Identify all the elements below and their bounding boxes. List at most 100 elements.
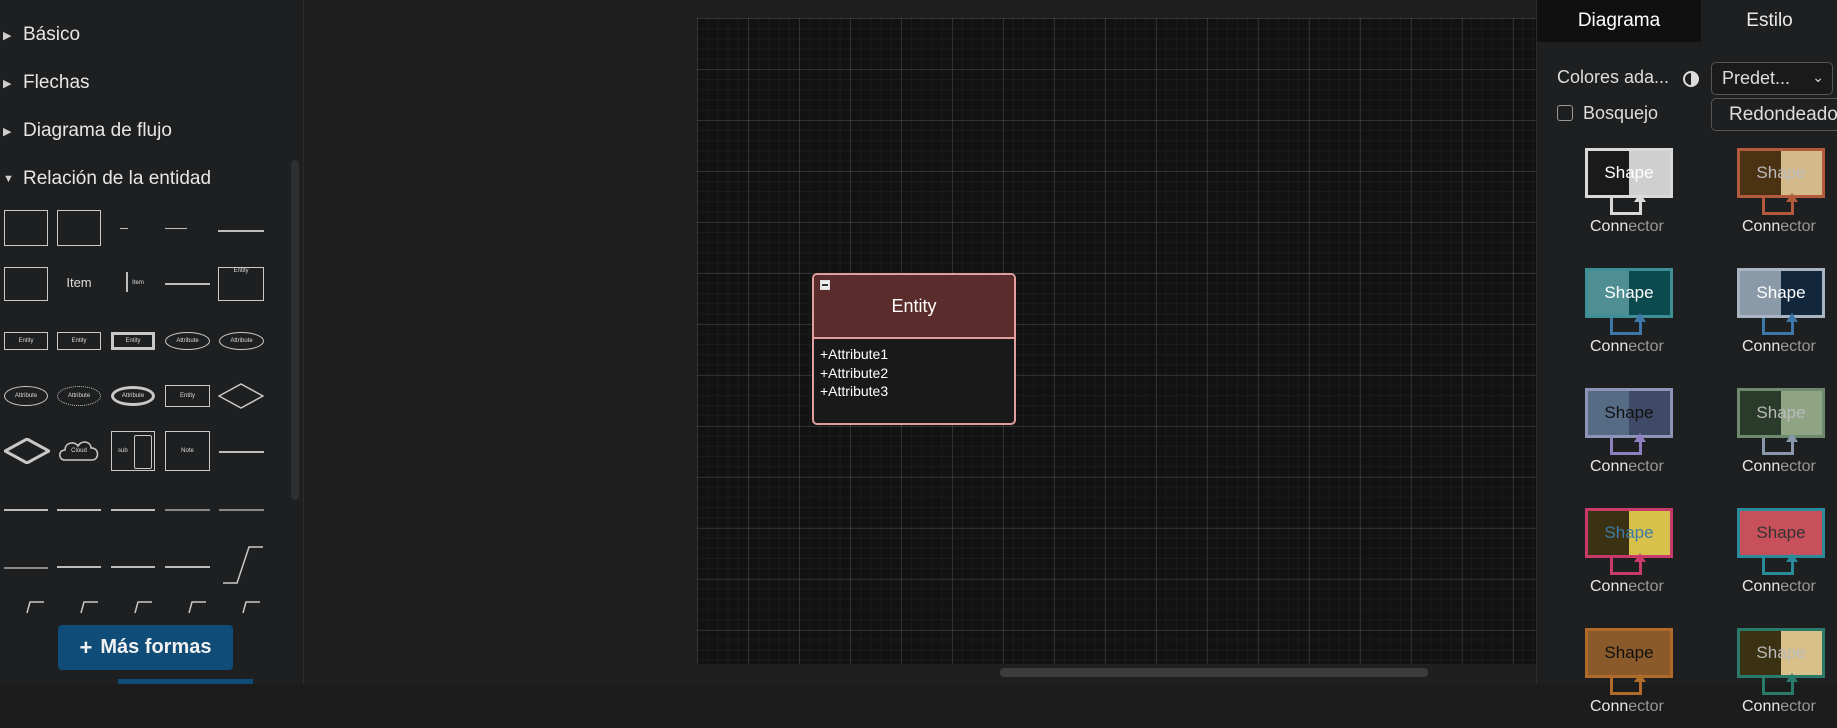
theme-shape-label: Shape	[1604, 403, 1654, 422]
shape-elbow-connector[interactable]	[80, 600, 100, 614]
category-arrows[interactable]: ▶ Flechas	[0, 68, 90, 98]
theme-connector-label: Connector	[1590, 578, 1664, 595]
shape-elbow-connector[interactable]	[242, 600, 262, 614]
shape-line[interactable]	[120, 228, 128, 229]
arrow-icon	[1634, 313, 1646, 322]
entity-header[interactable]: Entity	[814, 275, 1014, 339]
category-flowchart[interactable]: ▶ Diagrama de flujo	[0, 116, 172, 146]
shape-identifying-relationship[interactable]	[4, 438, 50, 464]
shape-cloud[interactable]: Cloud	[57, 438, 101, 464]
shape-elbow-connector[interactable]	[188, 600, 208, 614]
theme-swatch[interactable]: Shape Connector	[1737, 388, 1827, 488]
theme-swatch[interactable]: Shape Connector	[1585, 268, 1675, 368]
shape-relation-line[interactable]	[57, 509, 101, 511]
arrow-icon	[1634, 193, 1646, 202]
more-shapes-label: Más formas	[100, 636, 212, 658]
entity-attributes[interactable]: +Attribute1 +Attribute2 +Attribute3	[814, 339, 1014, 407]
entity-title: Entity	[891, 295, 937, 316]
theme-shape-label: Shape	[1604, 163, 1654, 182]
theme-swatch[interactable]: Shape Connector	[1737, 508, 1827, 608]
sidebar-bottom-bar	[118, 679, 253, 684]
entity-attribute: +Attribute3	[820, 383, 889, 399]
shape-relation-line[interactable]	[165, 566, 210, 568]
theme-connector-label: Connector	[1742, 578, 1816, 595]
shape-relation-line[interactable]	[4, 567, 48, 569]
contrast-icon[interactable]	[1683, 71, 1699, 87]
collapse-icon[interactable]	[820, 280, 830, 290]
shape-attribute[interactable]: Attribute	[219, 332, 264, 350]
arrow-icon	[1634, 433, 1646, 442]
theme-swatch[interactable]: Shape Connector	[1585, 508, 1675, 608]
shape-relation-line[interactable]	[111, 566, 155, 568]
shape-elbow-connector[interactable]	[134, 600, 154, 614]
theme-select[interactable]: Predet... ⌄	[1711, 62, 1833, 95]
theme-swatch[interactable]: Shape Connector	[1737, 148, 1827, 248]
more-shapes-button[interactable]: + Más formas	[58, 625, 233, 670]
shape-associative-entity[interactable]: Entity	[165, 385, 210, 407]
theme-connector-label: Connector	[1590, 698, 1664, 715]
shape-relation-line[interactable]	[219, 509, 264, 511]
shape-note[interactable]: Note	[165, 431, 210, 471]
shape-weak-entity[interactable]: Entity	[111, 332, 155, 350]
entity-shape[interactable]: Entity +Attribute1 +Attribute2 +Attribut…	[812, 273, 1016, 425]
arrow-icon	[1786, 673, 1798, 682]
shape-relation-line[interactable]	[111, 509, 155, 511]
theme-swatch[interactable]: Shape Connector	[1737, 628, 1827, 728]
theme-shape-label: Shape	[1604, 643, 1654, 662]
category-basic[interactable]: ▶ Básico	[0, 20, 80, 50]
tab-diagram[interactable]: Diagrama	[1537, 0, 1701, 42]
theme-swatch[interactable]: Shape Connector	[1737, 268, 1827, 368]
shape-line[interactable]	[219, 451, 264, 453]
shape-table[interactable]	[4, 267, 48, 301]
shape-entity[interactable]: Entity	[218, 267, 264, 301]
shape-elbow-connector[interactable]	[26, 600, 46, 614]
shape-relation-line[interactable]	[165, 509, 210, 511]
shape-line[interactable]	[165, 283, 210, 285]
shape-table[interactable]	[57, 210, 101, 246]
arrow-icon	[1634, 553, 1646, 562]
shape-attribute[interactable]: Attribute	[165, 332, 210, 350]
entity-attribute: +Attribute2	[820, 364, 889, 381]
category-label: Diagrama de flujo	[23, 120, 172, 141]
chevron-right-icon: ▶	[3, 125, 12, 138]
shape-relationship[interactable]	[218, 383, 264, 409]
entity-attribute: +Attribute1	[820, 346, 889, 362]
category-label: Flechas	[23, 72, 90, 93]
shape-entity[interactable]: Entity	[4, 332, 48, 350]
arrow-icon	[1634, 673, 1646, 682]
chevron-right-icon: ▶	[3, 29, 12, 42]
shape-line[interactable]	[218, 230, 264, 232]
rounded-button[interactable]: Redondeado	[1711, 98, 1837, 131]
sidebar-scrollbar[interactable]	[291, 160, 299, 500]
shape-attribute[interactable]: Attribute	[4, 386, 48, 406]
theme-swatch[interactable]: Shape Connector	[1585, 388, 1675, 488]
format-panel: Diagrama Estilo Colores ada... Predet...…	[1536, 0, 1837, 715]
theme-connector-label: Connector	[1590, 218, 1664, 235]
theme-swatch[interactable]: Shape Connector	[1585, 628, 1675, 728]
theme-shape-label: Shape	[1756, 523, 1806, 542]
adaptive-colors-label: Colores ada...	[1557, 67, 1670, 87]
shape-line[interactable]	[165, 228, 187, 229]
shape-multivalue-attribute[interactable]: Attribute	[111, 386, 155, 406]
arrow-icon	[1786, 193, 1798, 202]
shape-line[interactable]	[126, 272, 128, 292]
theme-connector-label: Connector	[1742, 338, 1816, 355]
shape-relation-line[interactable]	[4, 509, 48, 511]
arrow-icon	[1786, 313, 1798, 322]
sketch-label: Bosquejo	[1583, 103, 1659, 123]
shape-entity[interactable]: Entity	[57, 332, 101, 350]
shape-sub-entity[interactable]: sub	[111, 431, 155, 471]
sketch-checkbox[interactable]	[1557, 105, 1573, 121]
theme-swatch[interactable]: Shape Connector	[1585, 148, 1675, 248]
shape-table[interactable]	[4, 210, 48, 246]
theme-connector-label: Connector	[1590, 458, 1664, 475]
shape-item[interactable]: Item	[131, 275, 145, 291]
horizontal-scrollbar[interactable]	[1000, 668, 1428, 677]
shape-derived-attribute[interactable]: Attribute	[57, 386, 101, 406]
shape-item[interactable]: Item	[57, 270, 101, 294]
tab-style[interactable]: Estilo	[1701, 0, 1837, 42]
arrow-icon	[1786, 433, 1798, 442]
shape-relation-line[interactable]	[57, 566, 101, 568]
category-entity-relation[interactable]: ▼ Relación de la entidad	[0, 164, 211, 194]
shape-elbow-connector[interactable]	[219, 543, 264, 585]
